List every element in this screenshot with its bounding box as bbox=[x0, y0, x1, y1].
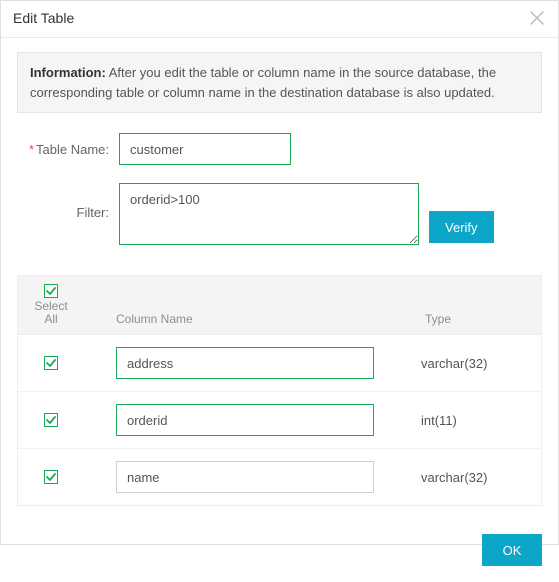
type-header: Type bbox=[421, 276, 541, 334]
table-row: int(11) bbox=[18, 392, 541, 449]
column-name-input[interactable] bbox=[116, 404, 374, 436]
filter-label: Filter: bbox=[27, 183, 119, 220]
table-row: varchar(32) bbox=[18, 449, 541, 505]
select-all-label: SelectAll bbox=[34, 300, 67, 326]
select-all-header: SelectAll bbox=[18, 276, 84, 334]
select-all-checkbox[interactable] bbox=[44, 284, 58, 298]
column-name-input[interactable] bbox=[116, 461, 374, 493]
dialog-title: Edit Table bbox=[13, 10, 74, 26]
close-icon[interactable] bbox=[528, 9, 546, 27]
required-asterisk: * bbox=[29, 142, 34, 157]
column-type-value: int(11) bbox=[421, 413, 541, 428]
grid-header: SelectAll Column Name Type bbox=[18, 276, 541, 335]
dialog-footer: OK bbox=[1, 520, 558, 582]
edit-table-dialog: Edit Table Information: After you edit t… bbox=[0, 0, 559, 545]
form-area: *Table Name: Filter: Verify bbox=[17, 113, 542, 271]
table-name-row: *Table Name: bbox=[27, 133, 532, 165]
information-box: Information: After you edit the table or… bbox=[17, 52, 542, 113]
table-row: varchar(32) bbox=[18, 335, 541, 392]
column-type-value: varchar(32) bbox=[421, 356, 541, 371]
column-name-input[interactable] bbox=[116, 347, 374, 379]
information-label: Information: bbox=[30, 65, 106, 80]
column-name-header: Column Name bbox=[84, 276, 421, 334]
filter-input[interactable] bbox=[119, 183, 419, 245]
titlebar: Edit Table bbox=[1, 1, 558, 38]
row-checkbox[interactable] bbox=[44, 470, 58, 484]
table-name-input[interactable] bbox=[119, 133, 291, 165]
row-checkbox[interactable] bbox=[44, 413, 58, 427]
row-checkbox[interactable] bbox=[44, 356, 58, 370]
table-name-label-text: Table Name: bbox=[36, 142, 109, 157]
dialog-body: Information: After you edit the table or… bbox=[1, 38, 558, 520]
ok-button[interactable]: OK bbox=[482, 534, 542, 566]
filter-row: Filter: Verify bbox=[27, 183, 532, 245]
table-name-label: *Table Name: bbox=[27, 142, 119, 157]
verify-button[interactable]: Verify bbox=[429, 211, 494, 243]
columns-grid: SelectAll Column Name Type varchar(32) bbox=[17, 275, 542, 506]
column-type-value: varchar(32) bbox=[421, 470, 541, 485]
